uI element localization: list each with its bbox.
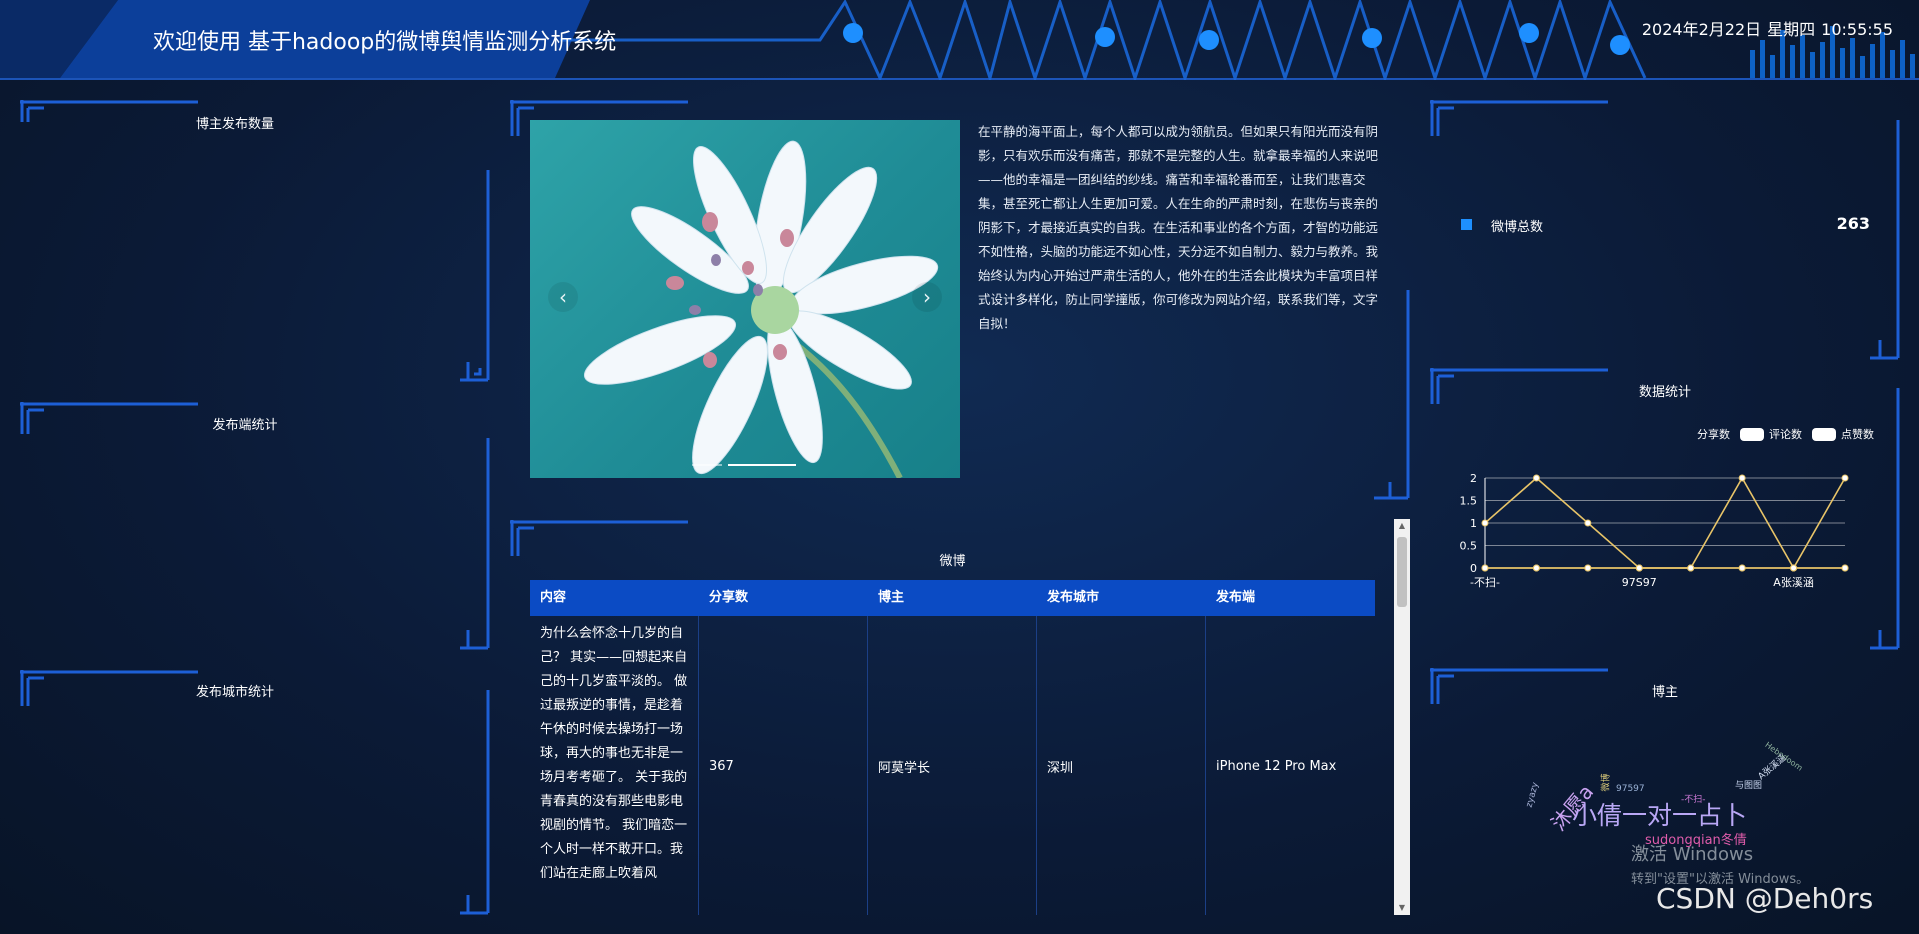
panel-frame — [20, 670, 490, 915]
data-point — [1481, 564, 1489, 572]
header: 欢迎使用 基于hadoop的微博舆情监测分析系统 2024年2月22日 星期四 10… — [0, 0, 1919, 80]
stat-value: 263 — [1836, 214, 1870, 233]
legend-item-comments[interactable]: 评论数 — [1769, 426, 1802, 442]
panel-publish-city-stats: 发布城市统计 — [20, 670, 490, 915]
scroll-thumb[interactable] — [1397, 537, 1407, 607]
legend-item-likes[interactable]: 点赞数 — [1841, 426, 1874, 442]
data-point — [1841, 564, 1849, 572]
word[interactable]: 小倩一对一占卜 — [1572, 796, 1747, 832]
col-blogger[interactable]: 博主 — [868, 580, 1037, 616]
legend-swatch — [1812, 427, 1836, 441]
data-point — [1584, 564, 1592, 572]
image-carousel[interactable]: ‹ › — [530, 120, 960, 478]
word[interactable]: 与图图 — [1735, 778, 1762, 791]
scroll-down-icon[interactable]: ▼ — [1394, 901, 1410, 915]
data-point — [1738, 564, 1746, 572]
panel-frame — [20, 100, 490, 382]
data-point — [1532, 564, 1540, 572]
table-scrollbar[interactable]: ▲ ▼ — [1394, 519, 1410, 915]
carousel-dot[interactable] — [692, 464, 722, 466]
intro-text: 在平静的海平面上，每个人都可以成为领航员。但如果只有阳光而没有阴影，只有欢乐而没… — [978, 124, 1379, 331]
data-point — [1687, 564, 1695, 572]
weibo-table: 内容 分享数 博主 发布城市 发布端 为什么会怀念十几岁的自己？ 其实——回想起… — [530, 580, 1375, 915]
legend-swatch — [1740, 427, 1764, 441]
y-tick-label: 0 — [1470, 562, 1477, 575]
x-tick-label: A张溪涵 — [1773, 575, 1814, 589]
panel-title: 数据统计 — [1638, 385, 1691, 400]
chart-legend: 分享数 评论数 点赞数 — [1697, 426, 1874, 442]
panel-title: 博主发布数量 — [195, 117, 274, 132]
stat-marker — [1461, 219, 1472, 230]
y-tick-label: 2 — [1470, 472, 1477, 485]
carousel-dot-active[interactable] — [728, 464, 796, 466]
word[interactable]: 97597 — [1616, 784, 1645, 794]
date-text: 2024年2月22日 — [1641, 20, 1762, 39]
word[interactable]: 微博 — [1599, 773, 1612, 791]
col-client[interactable]: 发布端 — [1206, 580, 1375, 616]
data-point — [1635, 564, 1643, 572]
word[interactable]: -不扫- — [1681, 792, 1706, 805]
data-point — [1841, 474, 1849, 482]
data-point — [1738, 474, 1746, 482]
datetime: 2024年2月22日 星期四 10:55:55 — [1636, 16, 1893, 40]
y-tick-label: 1 — [1470, 517, 1477, 530]
cell-blogger: 阿莫学长 — [868, 616, 1037, 915]
table-row[interactable]: 为什么会怀念十几岁的自己？ 其实——回想起来自己的十几岁蛮平淡的。 做过最叛逆的… — [530, 616, 1375, 915]
carousel-prev-icon[interactable]: ‹ — [548, 282, 578, 312]
flower-image — [583, 140, 939, 478]
windows-activation-title: 激活 Windows — [1631, 844, 1754, 865]
panel-frame — [20, 402, 490, 650]
col-shares[interactable]: 分享数 — [699, 580, 868, 616]
stat-label: 微博总数 — [1491, 220, 1544, 235]
panel-title: 博主 — [1651, 685, 1678, 700]
cell-client: iPhone 12 Pro Max — [1216, 758, 1337, 774]
panel-blogger-post-count: 博主发布数量 — [20, 100, 490, 382]
panel-title: 发布城市统计 — [195, 685, 274, 700]
scroll-up-icon[interactable]: ▲ — [1394, 519, 1410, 533]
carousel-next-icon[interactable]: › — [912, 282, 942, 312]
panel-title: 发布端统计 — [212, 418, 278, 433]
line-chart: 0 0.5 1 1.5 2 -不扫- 97S97 A张溪涵 — [1460, 472, 1849, 589]
data-point — [1481, 519, 1489, 527]
legend-item-shares[interactable]: 分享数 — [1697, 426, 1730, 442]
x-tick-label: 97S97 — [1622, 576, 1657, 589]
weekday-text: 星期四 — [1767, 20, 1816, 39]
table-title: 微博 — [939, 554, 966, 569]
y-tick-label: 1.5 — [1460, 495, 1478, 508]
data-point — [1532, 474, 1540, 482]
y-tick-label: 0.5 — [1460, 540, 1478, 553]
data-point — [1584, 519, 1592, 527]
cell-city: 深圳 — [1037, 616, 1206, 915]
cell-content: 为什么会怀念十几岁的自己？ 其实——回想起来自己的十几岁蛮平淡的。 做过最叛逆的… — [530, 616, 699, 915]
x-tick-label: -不扫- — [1470, 576, 1500, 589]
page-title: 欢迎使用 基于hadoop的微博舆情监测分析系统 — [153, 30, 617, 55]
panel-publish-client-stats: 发布端统计 — [20, 402, 490, 650]
table-header: 内容 分享数 博主 发布城市 发布端 — [530, 580, 1375, 616]
carousel-indicators — [692, 464, 796, 466]
cell-shares: 367 — [699, 616, 868, 915]
data-point — [1790, 564, 1798, 572]
time-text: 10:55:55 — [1821, 20, 1893, 39]
col-city[interactable]: 发布城市 — [1037, 580, 1206, 616]
col-content[interactable]: 内容 — [530, 580, 699, 616]
csdn-watermark: CSDN @Deh0rs — [1656, 882, 1874, 915]
